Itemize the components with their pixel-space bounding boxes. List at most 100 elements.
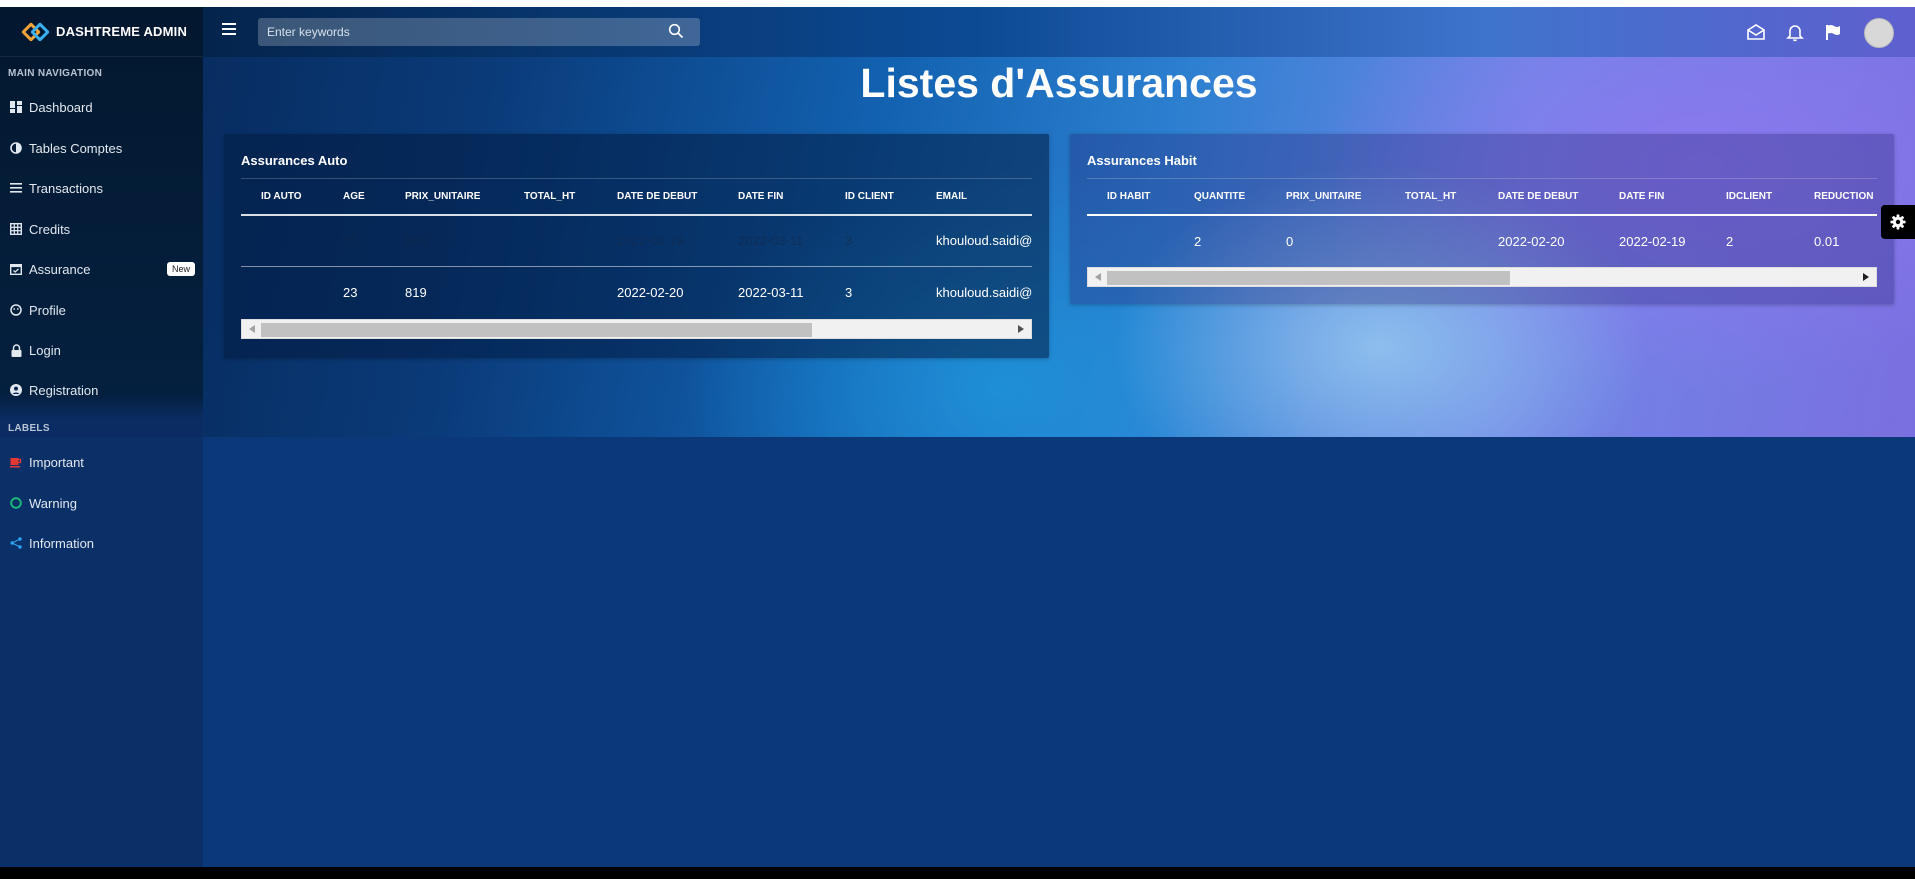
main-navigation-header: MAIN NAVIGATION — [8, 68, 103, 79]
scroll-left-icon[interactable] — [244, 320, 260, 338]
column-header: PRIX_UNITAIRE — [1266, 178, 1385, 216]
table-cell: 0.01 — [1814, 233, 1840, 249]
assurances-auto-table-container[interactable]: ID AUTO AGE PRIX_UNITAIRE TOTAL_HT DATE … — [241, 178, 1032, 319]
sidebar-item-registration[interactable]: Registration — [0, 373, 203, 407]
sidebar-item-assurance[interactable]: Assurance New — [0, 252, 203, 286]
assurances-habit-table-container[interactable]: ID HABIT QUANTITE PRIX_UNITAIRE TOTAL_HT… — [1087, 178, 1877, 267]
scroll-right-icon[interactable] — [1858, 268, 1874, 286]
window-bottom-strip — [0, 867, 1915, 879]
column-header: IDCLIENT — [1706, 178, 1794, 216]
sidebar-item-login[interactable]: Login — [0, 333, 203, 367]
dashboard-icon — [9, 100, 23, 114]
sidebar-item-tables-comptes[interactable]: Tables Comptes — [0, 131, 203, 165]
list-icon — [9, 181, 23, 195]
page-title: Listes d'Assurances — [860, 60, 1258, 106]
sidebar-item-label: Profile — [29, 302, 66, 318]
account-icon — [9, 383, 23, 397]
sidebar-item-profile[interactable]: Profile — [0, 293, 203, 327]
horizontal-scrollbar[interactable] — [1087, 267, 1877, 287]
brand-name: DASHTREME ADMIN — [56, 24, 188, 39]
sidebar-item-label: Transactions — [29, 180, 103, 196]
table-cell — [1087, 215, 1174, 267]
scroll-right-icon[interactable] — [1013, 320, 1029, 338]
brand-logo-icon — [21, 21, 50, 43]
face-icon — [9, 303, 23, 317]
column-header: DATE DE DEBUT — [597, 178, 718, 216]
table-cell: 25 — [323, 214, 385, 267]
table-cell: 2022-03-11 — [718, 214, 825, 267]
lock-icon — [9, 343, 23, 357]
column-header: REDUCTION — [1794, 178, 1877, 216]
table-cell: 3 — [845, 285, 853, 301]
circle-icon — [9, 496, 23, 510]
column-header: TOTAL_HT — [1385, 178, 1478, 216]
sidebar-item-warning[interactable]: Warning — [0, 486, 203, 520]
theme-settings-button[interactable] — [1881, 205, 1915, 239]
table-cell — [504, 214, 597, 267]
table-cell: 2022-02-19 — [597, 214, 718, 267]
scrollbar-thumb[interactable] — [261, 323, 812, 337]
table-row[interactable]: 23 819 2022-02-20 2022-03-11 3 khouloud.… — [241, 267, 1032, 319]
bell-icon[interactable] — [1785, 22, 1805, 42]
sidebar-item-label: Warning — [29, 495, 77, 511]
user-avatar[interactable] — [1864, 18, 1894, 48]
menu-toggle-icon[interactable] — [222, 23, 236, 35]
mail-icon[interactable] — [1746, 22, 1766, 42]
assurances-habit-title: Assurances Habit — [1087, 153, 1197, 168]
table-cell: 0 — [1286, 233, 1294, 249]
horizontal-scrollbar[interactable] — [241, 319, 1032, 339]
table-cell: 2 — [1726, 233, 1734, 249]
table-cell: khouloud.saidi@ — [916, 214, 1032, 267]
grid-icon — [9, 222, 23, 236]
table-row[interactable]: 2 0 2022-02-20 2022-02-19 2 0.01 — [1087, 215, 1877, 267]
table-cell: 2022-03-11 — [738, 285, 804, 301]
column-header: DATE FIN — [1599, 178, 1706, 216]
column-header: ID CLIENT — [825, 178, 916, 216]
table-cell — [504, 267, 597, 319]
top-bar — [203, 7, 1915, 57]
column-header: AGE — [323, 178, 385, 216]
table-cell: 819 — [405, 285, 427, 301]
brand[interactable]: DASHTREME ADMIN — [0, 7, 203, 57]
sidebar-item-label: Registration — [29, 382, 99, 398]
sidebar: DASHTREME ADMIN MAIN NAVIGATION Dashboar… — [0, 7, 203, 867]
sidebar-item-label: Credits — [29, 221, 71, 237]
table-row[interactable]: 25 800 2022-02-19 2022-03-11 3 khouloud.… — [241, 214, 1032, 267]
sidebar-item-information[interactable]: Information — [0, 526, 203, 560]
sidebar-item-label: Dashboard — [29, 99, 93, 115]
sidebar-item-dashboard[interactable]: Dashboard — [0, 90, 203, 124]
sidebar-item-important[interactable]: Important — [0, 445, 203, 479]
sidebar-item-transactions[interactable]: Transactions — [0, 171, 203, 205]
table-cell — [241, 214, 323, 267]
sidebar-item-label: Important — [29, 454, 84, 470]
sidebar-item-label: Assurance — [29, 261, 91, 277]
share-icon — [9, 536, 23, 550]
assurances-auto-title: Assurances Auto — [241, 153, 348, 168]
column-header: ID AUTO — [241, 178, 323, 216]
table-cell: 2022-02-20 — [1498, 233, 1565, 249]
column-header: QUANTITE — [1174, 178, 1266, 216]
table-cell: 2022-02-19 — [1619, 233, 1686, 249]
pie-icon — [9, 141, 23, 155]
scroll-left-icon[interactable] — [1090, 268, 1106, 286]
sidebar-item-label: Information — [29, 535, 95, 551]
table-cell: 2 — [1194, 233, 1202, 249]
column-header: EMAIL — [916, 178, 1032, 216]
column-header: TOTAL_HT — [504, 178, 597, 216]
sidebar-item-credits[interactable]: Credits — [0, 212, 203, 246]
assurances-auto-card: Assurances Auto ID AUTO AGE PRIX_UNITAIR… — [224, 134, 1049, 358]
new-badge: New — [166, 262, 195, 276]
table-cell: 800 — [385, 214, 504, 267]
table-cell — [241, 267, 323, 319]
scrollbar-thumb[interactable] — [1107, 271, 1510, 285]
calendar-icon — [9, 262, 23, 276]
search-icon[interactable] — [668, 23, 684, 39]
table-cell: 3 — [825, 214, 916, 267]
flag-icon[interactable] — [1823, 22, 1843, 42]
assurances-auto-table: ID AUTO AGE PRIX_UNITAIRE TOTAL_HT DATE … — [241, 178, 1032, 319]
sidebar-item-label: Login — [29, 342, 61, 358]
assurances-habit-table: ID HABIT QUANTITE PRIX_UNITAIRE TOTAL_HT… — [1087, 178, 1877, 267]
column-header: PRIX_UNITAIRE — [385, 178, 504, 216]
table-cell — [1385, 215, 1478, 267]
search-input[interactable] — [258, 18, 700, 46]
